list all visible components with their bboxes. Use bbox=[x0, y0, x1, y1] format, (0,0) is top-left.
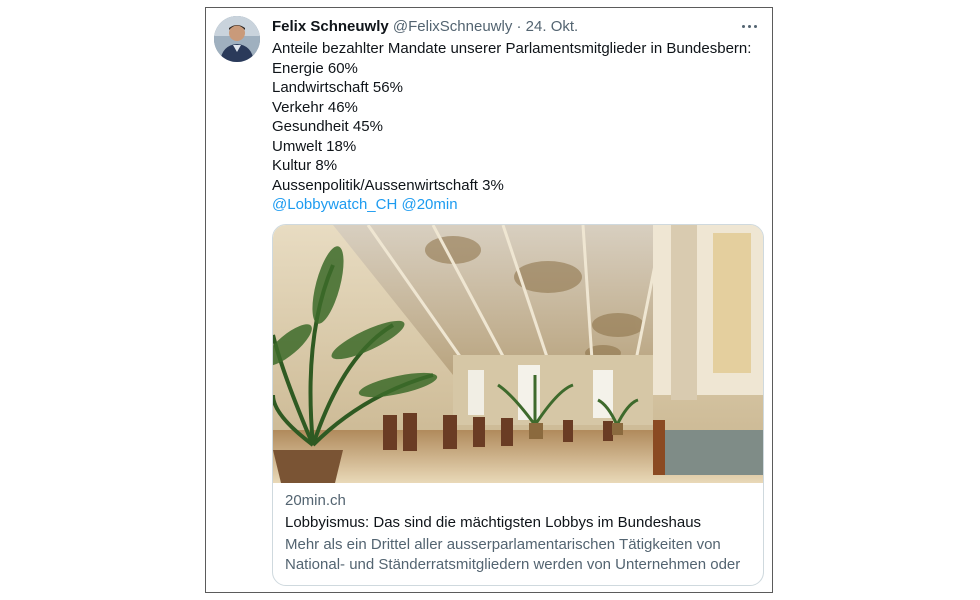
tweet-line: Verkehr 46% bbox=[272, 98, 358, 116]
mentions: @Lobbywatch_CH @20min bbox=[272, 195, 762, 215]
tweet-date[interactable]: 24. Okt. bbox=[526, 18, 579, 35]
card-image[interactable] bbox=[273, 225, 763, 483]
card-description-line: Mehr als ein Drittel aller ausserparlame… bbox=[285, 536, 721, 553]
tweet-intro: Anteile bezahlter Mandate unserer Parlam… bbox=[272, 40, 752, 57]
avatar[interactable] bbox=[214, 16, 260, 62]
tweet-line: Kultur 8% bbox=[272, 157, 338, 174]
link-preview-card[interactable]: 20min.ch Lobbyismus: Das sind die mächti… bbox=[272, 224, 764, 586]
card-title[interactable]: Lobbyismus: Das sind die mächtigsten Lob… bbox=[285, 513, 755, 533]
tweet-card[interactable]: Felix Schneuwly @FelixSchneuwly · 24. Ok… bbox=[205, 7, 773, 593]
separator-dot: · bbox=[516, 18, 522, 35]
tweet-line: Umwelt 18% bbox=[272, 137, 357, 155]
tweet-header: Felix Schneuwly @FelixSchneuwly · 24. Ok… bbox=[272, 17, 578, 37]
card-text[interactable]: 20min.ch Lobbyismus: Das sind die mächti… bbox=[285, 491, 755, 586]
tweet-text: Anteile bezahlter Mandate unserer Parlam… bbox=[272, 39, 762, 215]
tweet-line: Landwirtschaft 56% bbox=[272, 79, 403, 96]
tweet-line: Gesundheit 45% bbox=[272, 118, 383, 135]
card-description-line: National- und Ständerratsmitgliedern wer… bbox=[285, 556, 741, 586]
author-handle[interactable]: @FelixSchneuwly bbox=[393, 18, 512, 35]
more-horizontal-icon[interactable] bbox=[738, 14, 762, 38]
tweet-line: Aussenpolitik/Aussenwirtschaft 3% bbox=[272, 176, 504, 194]
mention-lobbywatch[interactable]: @Lobbywatch_CH bbox=[272, 196, 397, 213]
tweet-line: Energie 60% bbox=[272, 59, 358, 77]
mention-20min[interactable]: @20min bbox=[401, 196, 457, 213]
author-name[interactable]: Felix Schneuwly bbox=[272, 18, 389, 35]
card-domain: 20min.ch bbox=[285, 492, 346, 509]
